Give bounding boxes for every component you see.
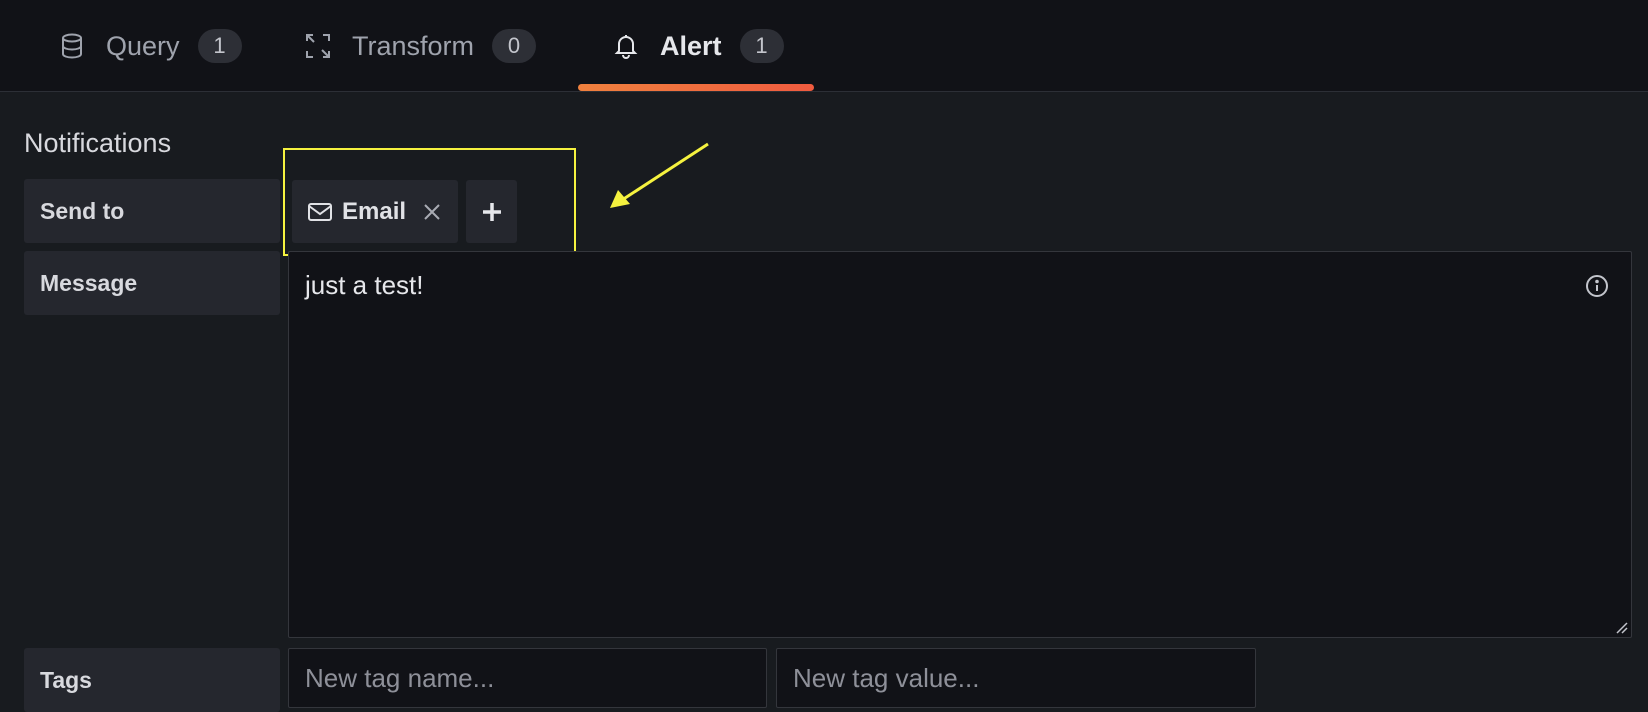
tab-transform-count: 0 <box>492 29 537 63</box>
message-text: just a test! <box>305 270 424 300</box>
tag-value-input[interactable] <box>776 648 1256 708</box>
tab-query-count: 1 <box>197 29 242 63</box>
annotation-highlight-box <box>283 148 576 256</box>
info-icon[interactable] <box>1585 274 1609 298</box>
tab-alert-count: 1 <box>739 29 784 63</box>
tab-query-label: Query <box>106 30 180 61</box>
database-icon <box>58 32 86 60</box>
tab-alert[interactable]: Alert 1 <box>612 0 784 92</box>
bell-icon <box>612 32 640 60</box>
active-tab-indicator <box>578 84 814 91</box>
tag-name-input[interactable] <box>288 648 767 708</box>
annotation-arrow-icon <box>610 142 709 208</box>
tab-transform[interactable]: Transform 0 <box>304 0 537 92</box>
message-textarea[interactable]: just a test! <box>288 251 1632 638</box>
tab-query[interactable]: Query 1 <box>58 0 242 92</box>
tab-transform-label: Transform <box>352 30 475 61</box>
tab-alert-label: Alert <box>660 30 722 61</box>
transform-icon <box>304 32 332 60</box>
tab-bar: Query 1 Transform 0 Alert 1 <box>0 0 1648 92</box>
message-label: Message <box>24 251 280 315</box>
resize-handle-icon[interactable] <box>1614 620 1628 634</box>
notifications-heading: Notifications <box>24 128 172 158</box>
send-to-label: Send to <box>24 179 280 243</box>
tags-label: Tags <box>24 648 280 712</box>
